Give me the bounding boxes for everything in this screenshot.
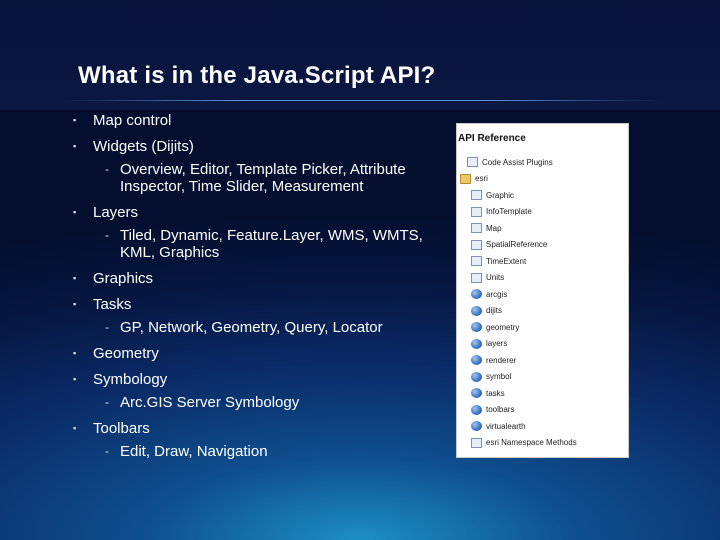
api-tree-item-label: virtualearth [486, 421, 526, 431]
api-tree-item-label: tasks [486, 388, 505, 398]
api-tree-item[interactable]: SpatialReference [471, 238, 547, 252]
sub-bullet-marker: - [105, 444, 109, 458]
namespace-icon [471, 388, 482, 398]
page-icon [471, 190, 482, 200]
bullet-text: Graphics [93, 270, 154, 287]
sub-bullet-text: Arc.GIS Server Symbology [120, 394, 300, 411]
api-tree-item-label: TimeExtent [486, 256, 527, 266]
namespace-icon [471, 289, 482, 299]
namespace-icon [471, 404, 482, 415]
bullet-text: Map control [93, 112, 172, 129]
bullet-item: ▪ Map control [70, 112, 450, 129]
namespace-icon [471, 338, 482, 349]
api-tree-item[interactable]: arcgis [471, 287, 507, 301]
bullet-item: ▪ Toolbars - Edit, Draw, Navigation [70, 420, 450, 460]
api-tree-item[interactable]: esri Namespace Methods [471, 436, 577, 450]
api-tree-item[interactable]: InfoTemplate [471, 205, 532, 219]
bullet-list: ▪ Map control ▪ Widgets (Dijits) - Overview, … [70, 112, 450, 469]
api-tree-item[interactable]: TimeExtent [471, 254, 526, 268]
sub-bullet-text: Overview, Editor, Template Picker, Attri… [120, 161, 406, 195]
bullet-item: ▪ Widgets (Dijits) - Overview, Editor, Temp… [70, 138, 450, 195]
page-icon [467, 157, 478, 167]
api-tree-item-label: esri Namespace Methods [486, 438, 577, 447]
namespace-icon [471, 305, 482, 316]
api-tree-item-label: Code Assist Plugins [482, 157, 553, 167]
slide-title: What is in the Java.Script API? [78, 62, 436, 89]
api-tree-item-label: dijits [486, 306, 503, 315]
sub-bullet: - GP, Network, Geometry, Query, Locator [93, 319, 450, 336]
page-icon [471, 437, 482, 448]
sub-bullet-text: GP, Network, Geometry, Query, Locator [120, 319, 383, 336]
bullet-item: ▪ Graphics [70, 270, 450, 287]
sub-bullet-marker: - [105, 320, 109, 334]
api-tree-item[interactable]: virtualearth [471, 419, 526, 433]
api-tree-item[interactable]: tasks [471, 386, 505, 400]
bullet-marker: ▪ [73, 141, 77, 151]
bullet-text: Geometry [93, 345, 159, 362]
api-tree-item[interactable]: symbol [471, 370, 511, 384]
bullet-item: ▪ Geometry [70, 345, 450, 362]
api-tree-item-label: arcgis [486, 289, 508, 299]
sub-bullet: - Overview, Editor, Template Picker, Attr… [93, 161, 450, 195]
page-icon [471, 239, 482, 250]
bullet-marker: ▪ [73, 348, 77, 358]
api-tree-item[interactable]: Map [471, 221, 502, 235]
api-tree-item[interactable]: toolbars [471, 403, 514, 417]
sub-bullet-text: Edit, Draw, Navigation [120, 443, 268, 460]
bullet-marker: ▪ [73, 207, 77, 217]
api-tree-item[interactable]: layers [471, 337, 507, 351]
bullet-item: ▪ Tasks - GP, Network, Geometry, Query, Loc… [70, 296, 450, 336]
sub-bullet-text: Tiled, Dynamic, Feature.Layer, WMS, WMTS… [120, 227, 423, 261]
sub-bullet-marker: - [105, 162, 109, 176]
page-icon [471, 256, 482, 266]
page-icon [471, 223, 482, 233]
namespace-icon [471, 421, 482, 431]
api-tree-item[interactable]: Code Assist Plugins [467, 155, 553, 169]
api-tree-item-label: geometry [486, 322, 520, 332]
api-tree-item-label: Graphic [486, 190, 515, 200]
api-tree-item-label: renderer [486, 355, 517, 365]
api-tree-item[interactable]: Units [471, 271, 504, 285]
bullet-text: Symbology [93, 371, 168, 388]
page-icon [471, 206, 482, 217]
bullet-marker: ▪ [73, 115, 77, 125]
api-tree-item-label: symbol [486, 372, 512, 381]
api-tree-item-label: esri [475, 174, 488, 183]
api-tree-item[interactable]: Graphic [471, 188, 514, 202]
api-tree-item[interactable]: geometry [471, 320, 519, 334]
bullet-marker: ▪ [73, 273, 77, 283]
title-divider [62, 100, 662, 101]
sub-bullet: - Arc.GIS Server Symbology [93, 394, 450, 411]
folder-icon [460, 173, 471, 184]
api-reference-title: API Reference [458, 133, 526, 144]
api-tree-item[interactable]: renderer [471, 353, 516, 367]
bullet-text: Layers [93, 204, 139, 221]
api-tree-item-label: InfoTemplate [486, 207, 532, 216]
bullet-marker: ▪ [73, 299, 77, 309]
bullet-text: Widgets (Dijits) [93, 138, 194, 155]
api-reference-panel: API Reference Code Assist Plugins esri Gra… [456, 123, 629, 458]
header-band [0, 0, 720, 110]
api-tree-item-label: layers [486, 339, 508, 348]
sub-bullet-marker: - [105, 395, 109, 409]
api-tree-item[interactable]: dijits [471, 304, 502, 318]
page-icon [471, 272, 482, 283]
sub-bullet: - Tiled, Dynamic, Feature.Layer, WMS, WMT… [93, 227, 450, 261]
api-tree-item-label: Map [486, 223, 502, 233]
bullet-text: Toolbars [93, 420, 150, 437]
sub-bullet-marker: - [105, 228, 109, 242]
bullet-marker: ▪ [73, 374, 77, 384]
namespace-icon [471, 355, 482, 365]
api-tree-item-label: Units [486, 273, 505, 282]
namespace-icon [471, 371, 482, 382]
bullet-item: ▪ Layers - Tiled, Dynamic, Feature.Layer, W… [70, 204, 450, 261]
namespace-icon [471, 322, 482, 332]
sub-bullet: - Edit, Draw, Navigation [93, 443, 450, 460]
api-tree-item-label: toolbars [486, 405, 515, 414]
bullet-item: ▪ Symbology - Arc.GIS Server Symbology [70, 371, 450, 411]
bullet-marker: ▪ [73, 423, 77, 433]
bullet-text: Tasks [93, 296, 132, 313]
api-tree-item[interactable]: esri [460, 172, 488, 186]
api-tree-item-label: SpatialReference [486, 240, 548, 249]
